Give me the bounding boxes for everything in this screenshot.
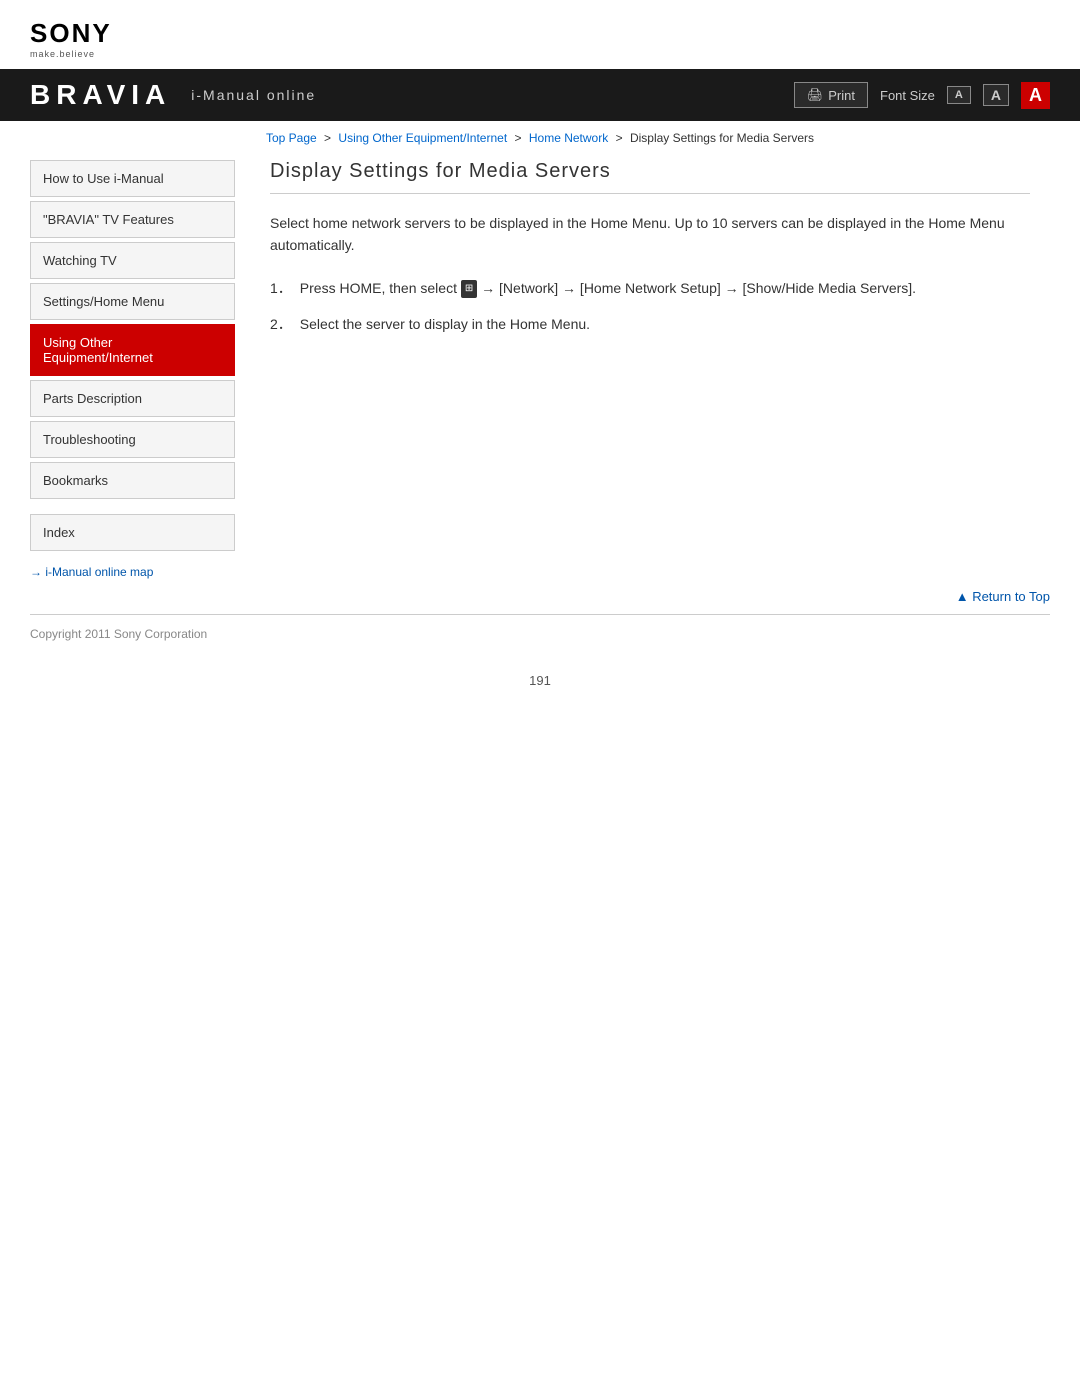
- page-title: Display Settings for Media Servers: [270, 160, 1030, 194]
- step-2-num: 2．: [270, 313, 292, 335]
- footer-copyright: Copyright 2011 Sony Corporation: [0, 615, 1080, 653]
- network-icon: ⊞: [461, 280, 477, 298]
- breadcrumb-using-other[interactable]: Using Other Equipment/Internet: [338, 131, 507, 145]
- imanual-subtitle: i-Manual online: [191, 87, 316, 103]
- step-1: 1． Press HOME, then select ⊞ → [Network]…: [270, 277, 1030, 299]
- breadcrumb-top-page[interactable]: Top Page: [266, 131, 317, 145]
- sidebar: How to Use i-Manual "BRAVIA" TV Features…: [30, 150, 250, 579]
- steps-list: 1． Press HOME, then select ⊞ → [Network]…: [270, 277, 1030, 336]
- return-top-bar: Return to Top: [0, 579, 1080, 614]
- bravia-bar: BRAVIA i-Manual online 🖨 Print Font Size…: [0, 69, 1080, 121]
- sidebar-item-bravia-features[interactable]: "BRAVIA" TV Features: [30, 201, 235, 238]
- print-label: Print: [828, 88, 855, 103]
- breadcrumb-sep1: >: [324, 131, 331, 145]
- step-1-content: Press HOME, then select ⊞ → [Network] → …: [300, 277, 1030, 299]
- sony-tagline: make.believe: [30, 49, 95, 59]
- page-number: 191: [0, 653, 1080, 698]
- bravia-bar-left: BRAVIA i-Manual online: [30, 79, 316, 111]
- sidebar-item-bookmarks[interactable]: Bookmarks: [30, 462, 235, 499]
- bravia-bar-right: 🖨 Print Font Size A A A: [794, 82, 1050, 109]
- sony-logo: SONY make.believe: [30, 18, 1050, 59]
- sidebar-item-troubleshooting[interactable]: Troubleshooting: [30, 421, 235, 458]
- bravia-logo: BRAVIA: [30, 79, 171, 111]
- sidebar-item-using-other[interactable]: Using Other Equipment/Internet: [30, 324, 235, 376]
- font-size-label: Font Size: [880, 88, 935, 103]
- print-icon: 🖨: [807, 87, 824, 103]
- sidebar-item-how-to-use[interactable]: How to Use i-Manual: [30, 160, 235, 197]
- print-button[interactable]: 🖨 Print: [794, 82, 868, 108]
- step-2-content: Select the server to display in the Home…: [300, 313, 1030, 335]
- breadcrumb-current: Display Settings for Media Servers: [630, 131, 814, 145]
- font-large-button[interactable]: A: [1021, 82, 1050, 109]
- sidebar-item-watching-tv[interactable]: Watching TV: [30, 242, 235, 279]
- imanual-map-link[interactable]: i-Manual online map: [30, 565, 235, 579]
- step-1-num: 1．: [270, 277, 292, 299]
- content-area: How to Use i-Manual "BRAVIA" TV Features…: [0, 150, 1080, 579]
- breadcrumb-home-network[interactable]: Home Network: [529, 131, 608, 145]
- step-2: 2． Select the server to display in the H…: [270, 313, 1030, 335]
- logo-area: SONY make.believe: [0, 0, 1080, 69]
- breadcrumb-sep3: >: [616, 131, 623, 145]
- font-medium-button[interactable]: A: [983, 84, 1009, 106]
- breadcrumb-sep2: >: [515, 131, 522, 145]
- sidebar-item-settings-home[interactable]: Settings/Home Menu: [30, 283, 235, 320]
- breadcrumb: Top Page > Using Other Equipment/Interne…: [0, 121, 1080, 150]
- sony-brand: SONY: [30, 18, 112, 49]
- font-small-button[interactable]: A: [947, 86, 971, 104]
- return-top-link[interactable]: Return to Top: [956, 589, 1050, 604]
- main-content: Display Settings for Media Servers Selec…: [250, 150, 1050, 579]
- sidebar-item-parts-desc[interactable]: Parts Description: [30, 380, 235, 417]
- sidebar-item-index[interactable]: Index: [30, 514, 235, 551]
- intro-text: Select home network servers to be displa…: [270, 212, 1030, 257]
